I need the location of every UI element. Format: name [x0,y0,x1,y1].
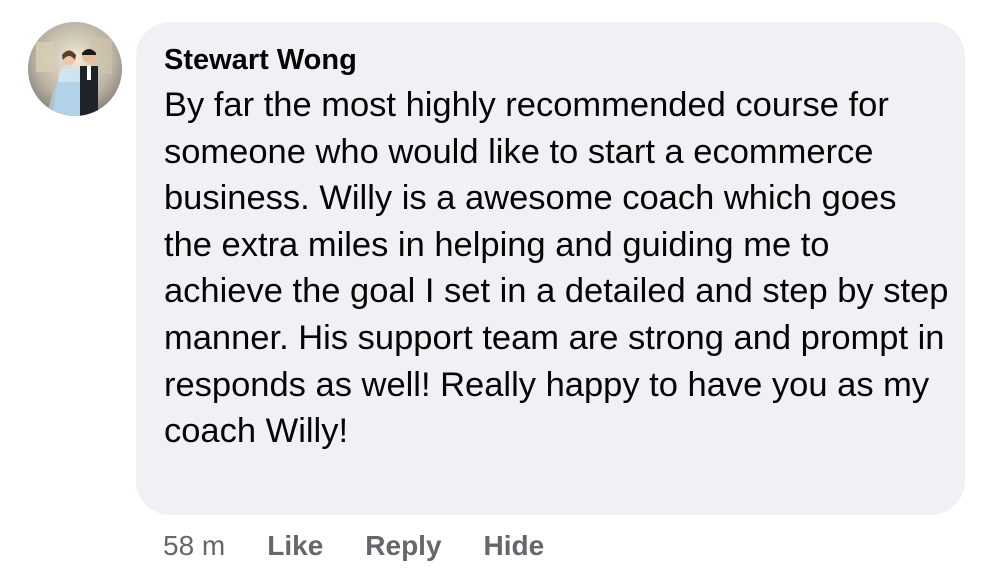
avatar[interactable] [28,22,122,116]
comment-text: By far the most highly recommended cours… [164,86,949,451]
comment: Stewart Wong By far the most highly reco… [0,0,1000,575]
profile-photo [28,22,122,116]
comment-bubble: Stewart Wong By far the most highly reco… [136,22,965,515]
hide-button[interactable]: Hide [484,530,545,562]
reply-button[interactable]: Reply [365,530,441,562]
comment-timestamp[interactable]: 58 m [163,530,225,562]
like-button[interactable]: Like [267,530,323,562]
comment-author[interactable]: Stewart Wong [164,42,943,78]
comment-actions: 58 m Like Reply Hide [163,526,586,566]
